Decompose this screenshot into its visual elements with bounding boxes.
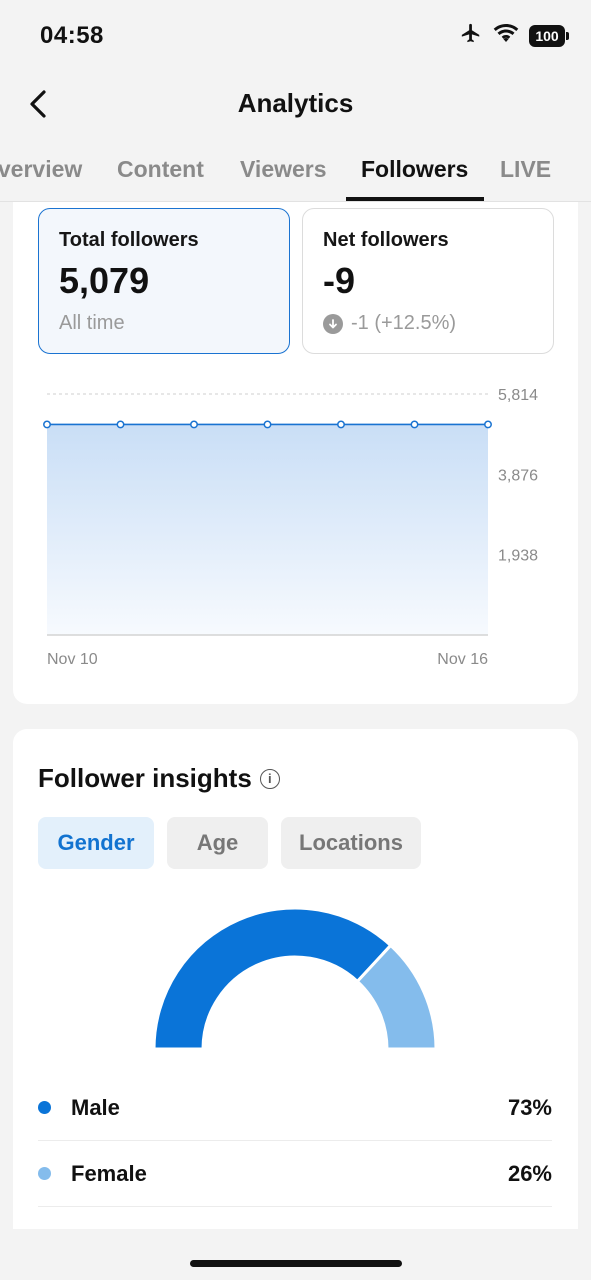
- wifi-icon: [493, 23, 519, 48]
- x-axis-label-start: Nov 10: [47, 651, 98, 668]
- chart-data-point[interactable]: [337, 420, 345, 429]
- chart-data-point[interactable]: [116, 420, 125, 429]
- legend-label-female: Female: [71, 1160, 147, 1186]
- legend-dot-male: [38, 1101, 51, 1114]
- gender-donut-chart: [152, 906, 438, 1051]
- tab-overview[interactable]: Overview: [0, 156, 82, 183]
- chart-data-point[interactable]: [43, 420, 51, 429]
- page-title: Analytics: [237, 88, 354, 118]
- chart-area-fill: [47, 424, 488, 635]
- legend-label-male: Male: [71, 1094, 120, 1120]
- legend-dot-female: [38, 1167, 51, 1180]
- chart-data-point[interactable]: [484, 420, 492, 429]
- tab-followers[interactable]: Followers: [361, 156, 468, 183]
- segment-gender[interactable]: Gender: [38, 817, 154, 869]
- chart-data-point[interactable]: [410, 420, 419, 429]
- home-indicator: [190, 1260, 402, 1267]
- total-followers-value: 5,079: [59, 260, 150, 301]
- tab-content[interactable]: Content: [117, 156, 204, 183]
- battery-icon: 100: [529, 24, 569, 47]
- status-time: 04:58: [40, 22, 104, 49]
- followers-summary-card: Total followers 5,079 All time Net follo…: [13, 202, 578, 704]
- segment-age[interactable]: Age: [167, 817, 268, 869]
- legend-row-male: Male 73%: [38, 1075, 552, 1141]
- tab-live[interactable]: LIVE: [500, 156, 551, 183]
- donut-slice-male[interactable]: [152, 906, 393, 1051]
- total-followers-label: Total followers: [59, 229, 199, 251]
- net-followers-value: -9: [323, 260, 356, 301]
- status-icons: 100: [459, 22, 569, 49]
- net-followers-card[interactable]: Net followers -9 -1 (+12.5%): [302, 208, 554, 354]
- x-axis-label-end: Nov 16: [437, 651, 488, 668]
- total-followers-period: All time: [59, 312, 125, 334]
- y-axis-tick-label: 1,938: [498, 548, 538, 565]
- active-tab-indicator: [346, 197, 484, 201]
- net-followers-change: -1 (+12.5%): [323, 312, 533, 335]
- follower-insights-card: Follower insights i Gender Age Locations…: [13, 729, 578, 1229]
- chart-data-point[interactable]: [190, 420, 198, 429]
- info-icon[interactable]: i: [259, 768, 280, 789]
- arrow-down-icon: [323, 313, 343, 334]
- battery-level: 100: [529, 24, 565, 47]
- total-followers-card[interactable]: Total followers 5,079 All time: [38, 208, 290, 354]
- y-axis-tick-label: 3,876: [498, 467, 538, 484]
- segment-locations[interactable]: Locations: [281, 817, 421, 869]
- chart-data-point[interactable]: [263, 420, 272, 429]
- net-followers-label: Net followers: [323, 229, 449, 251]
- insights-title: Follower insights: [38, 763, 252, 793]
- y-axis-tick-label: 5,814: [498, 387, 538, 404]
- status-bar: 04:58 100: [0, 0, 591, 72]
- legend-row-female: Female 26%: [38, 1141, 552, 1207]
- tab-bar: Overview Content Viewers Followers LIVE: [0, 140, 591, 202]
- insights-header: Follower insights i: [38, 763, 280, 794]
- legend-value-female: 26%: [507, 1160, 552, 1186]
- followers-chart: 5,814 3,876 1,938 Nov 10 Nov 16: [43, 387, 538, 668]
- legend-value-male: 73%: [507, 1094, 552, 1120]
- airplane-icon: [459, 22, 483, 49]
- nav-bar: Analytics: [0, 72, 591, 136]
- tab-viewers[interactable]: Viewers: [240, 156, 327, 183]
- net-followers-change-text: -1 (+12.5%): [351, 312, 457, 334]
